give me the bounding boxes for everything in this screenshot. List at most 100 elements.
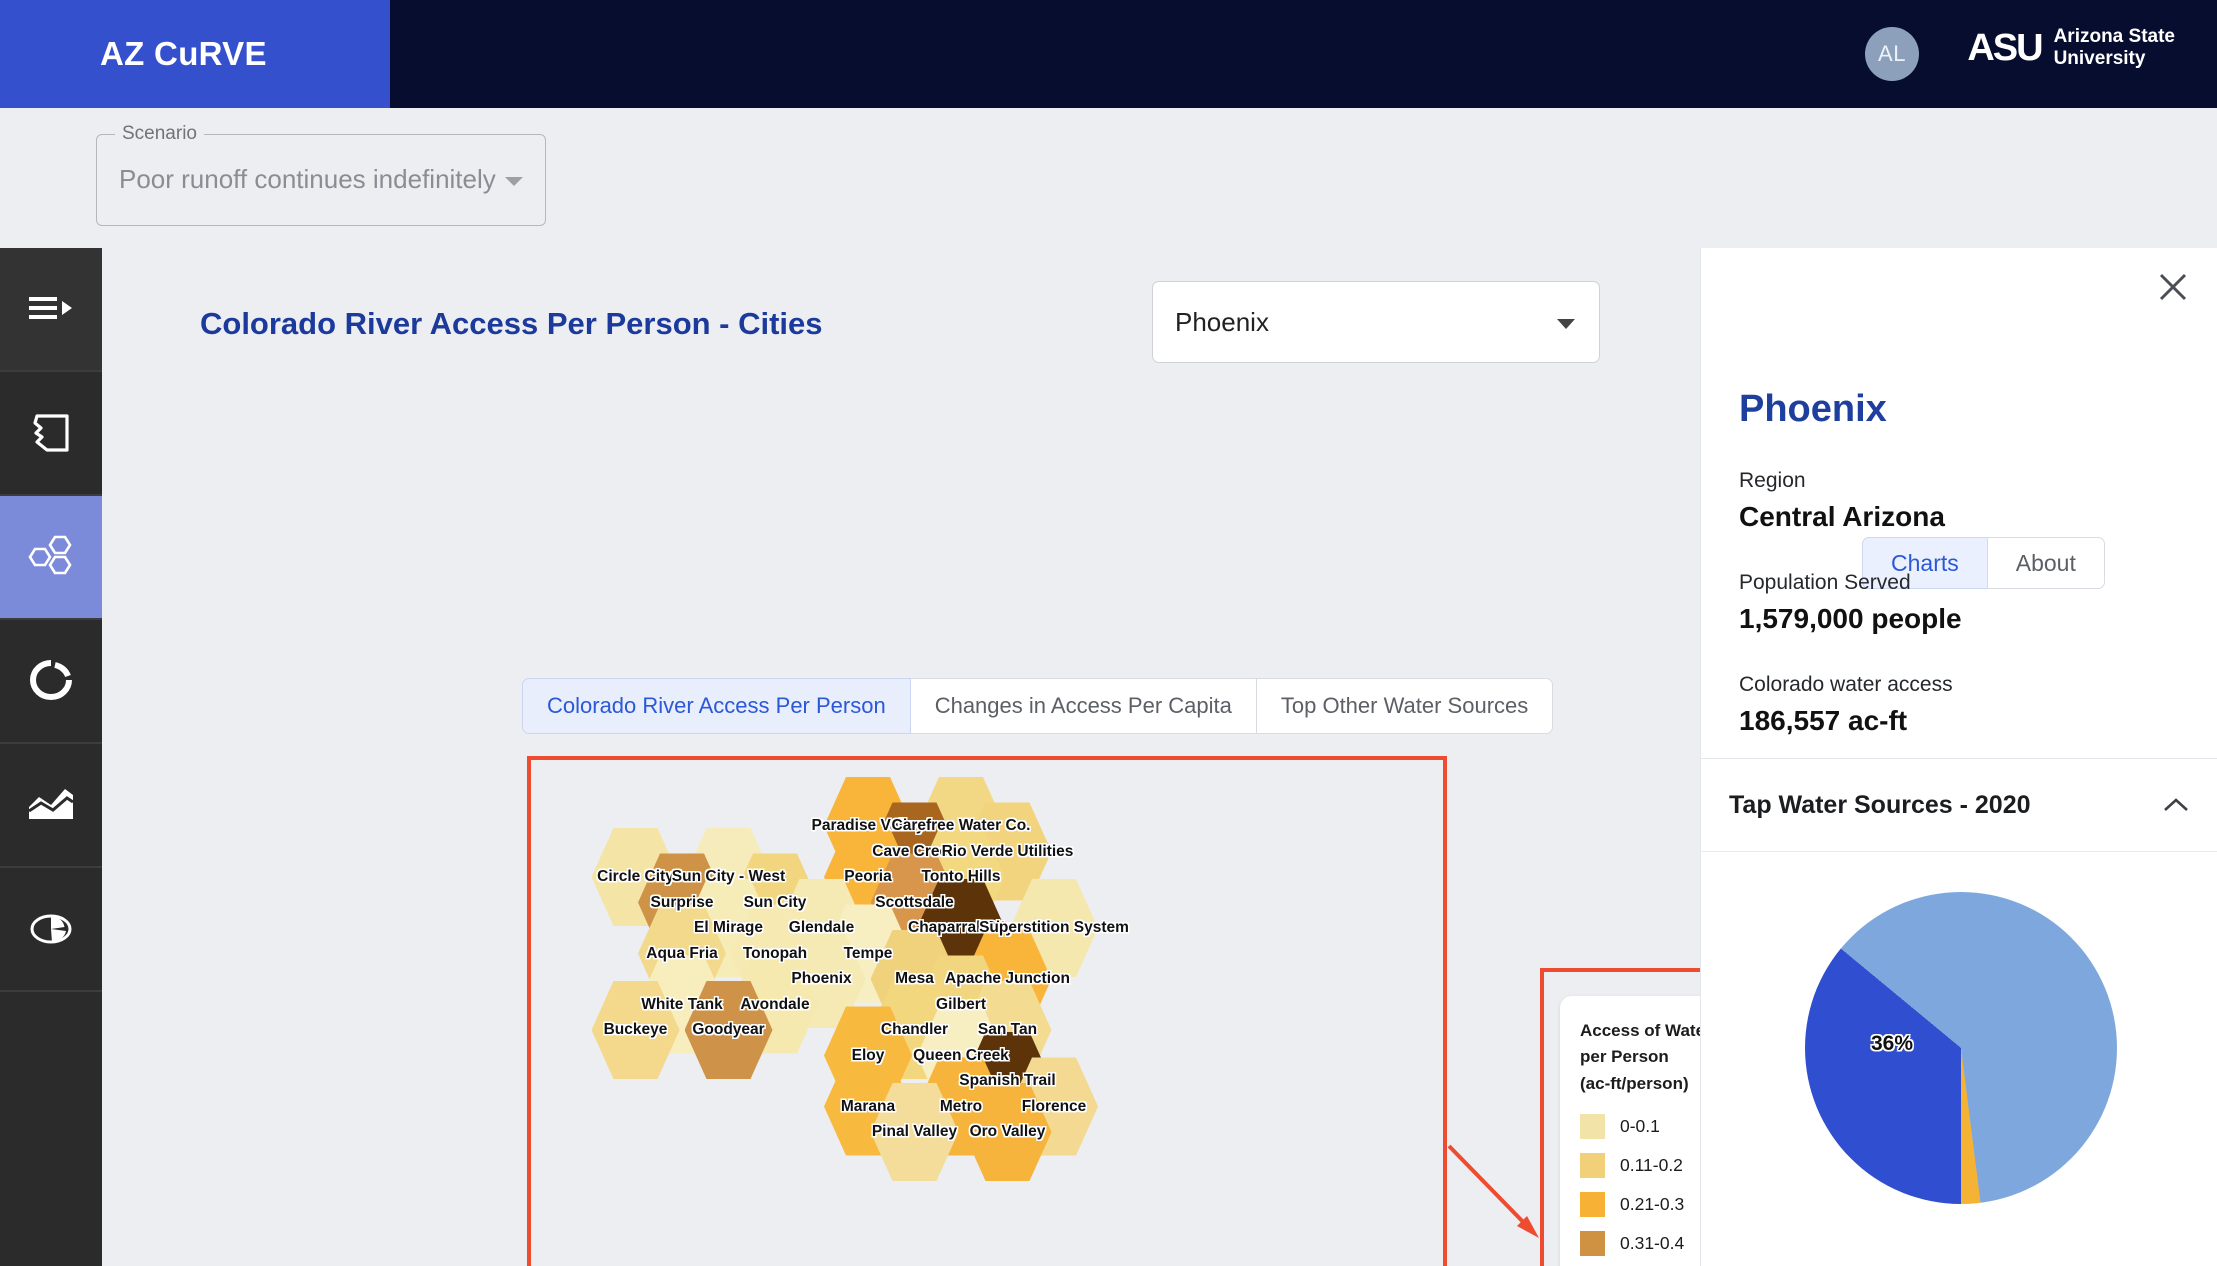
hex-map: Paradise Valley Carefree Water Co. Cave Cr… [527, 756, 1447, 1266]
scenario-bar: Scenario Poor runoff continues indefinit… [0, 108, 2217, 248]
brand-title: AZ CuRVE [100, 35, 267, 72]
city-select[interactable]: Phoenix [1152, 281, 1600, 363]
hex-label: Oro Valley [969, 1123, 1046, 1140]
legend-swatch [1580, 1153, 1605, 1179]
rail-item-menu[interactable] [0, 248, 102, 372]
chevron-down-icon [1557, 319, 1575, 329]
hex-label: Eloy [851, 1046, 885, 1064]
hex-label: Queen Creek [913, 1046, 1009, 1064]
hex-label: Gilbert [936, 995, 986, 1013]
asu-mark-icon: ASU [1967, 26, 2043, 69]
asu-logo: ASU Arizona State University [1967, 26, 2175, 71]
asu-name-line1: Arizona State [2053, 26, 2175, 47]
legend-label: 0-0.1 [1620, 1116, 1660, 1137]
brand-block[interactable]: AZ CuRVE [0, 0, 390, 108]
scenario-select[interactable]: Scenario Poor runoff continues indefinit… [96, 123, 546, 226]
panel-field-key: Population Served [1739, 571, 1911, 594]
rail-item-pie-chart[interactable] [0, 868, 102, 992]
hex-label: El Mirage [694, 919, 763, 936]
hex-label: Apache Junction [945, 970, 1070, 987]
area-chart-icon [28, 789, 74, 819]
hex-label: Glendale [788, 919, 855, 936]
hex-label: Tempe [843, 944, 893, 962]
hex-label: Avondale [740, 995, 810, 1013]
hex-label: Goodyear [692, 1021, 765, 1038]
asu-name-line2: University [2053, 48, 2146, 70]
hexagons-icon [28, 535, 72, 575]
panel-field: Colorado water access 186,557 ac-ft [1739, 673, 2189, 737]
legend-label: 0.31-0.4 [1620, 1233, 1685, 1254]
tap-water-sources-header[interactable]: Tap Water Sources - 2020 [1701, 759, 2217, 851]
chevron-down-icon [505, 177, 523, 186]
legend-label: 0.11-0.2 [1620, 1155, 1683, 1176]
detail-panel: Charts About Phoenix Region Central Arizon… [1700, 248, 2217, 1266]
hex-label: Buckeye [603, 1021, 668, 1038]
hex-label: Superstition System [979, 919, 1129, 936]
hex-label: Chandler [880, 1021, 949, 1038]
hex-label: Sun City [743, 893, 807, 911]
panel-field-value: 186,557 ac-ft [1739, 705, 1908, 736]
arizona-state-outline-icon [33, 414, 69, 452]
panel-section-divider [1701, 851, 2217, 852]
asu-name: Arizona State University [2054, 26, 2175, 71]
hex-label: Rio Verde Utilities [941, 842, 1074, 860]
top-bar: AZ CuRVE AL ASU Arizona State University [0, 0, 2217, 108]
hex-label: Scottsdale [875, 893, 954, 911]
panel-field-key: Colorado water access [1739, 673, 1953, 696]
hex-label: Mesa [895, 970, 934, 987]
hex-label: Carefree Water Co. [891, 817, 1031, 834]
main-canvas: Colorado River Access Per Person - Citie… [102, 248, 1763, 1266]
scenario-label: Scenario [115, 123, 204, 145]
donut-chart-icon [30, 660, 72, 700]
rail-item-arizona-map[interactable] [0, 372, 102, 496]
hex-label: Marana [840, 1097, 896, 1115]
rail-item-area-chart[interactable] [0, 744, 102, 868]
close-icon[interactable] [2156, 270, 2190, 304]
panel-field-value: 1,579,000 people [1739, 603, 1962, 634]
rail-item-donut-chart[interactable] [0, 620, 102, 744]
left-rail [0, 248, 102, 1266]
menu-expand-icon [29, 297, 72, 319]
hex-label: Metro [939, 1097, 983, 1115]
panel-field-key: Region [1739, 469, 1806, 492]
rail-item-hex-map[interactable] [0, 496, 102, 620]
panel-field: Population Served 1,579,000 people [1739, 571, 2189, 635]
legend-title-line3: (ac-ft/person) [1580, 1073, 1689, 1093]
hex-label: Tonto Hills [921, 868, 1001, 885]
hex-label: White Tank [641, 995, 723, 1013]
pie-chart-icon [30, 914, 72, 944]
panel-city-name: Phoenix [1739, 388, 1887, 430]
tap-water-pie-chart: 36% [1701, 866, 2217, 1266]
hex-label: Florence [1021, 1097, 1087, 1115]
hex-label: Circle City [597, 868, 674, 885]
legend-title-line1: Access of Water [1580, 1021, 1712, 1040]
legend-swatch [1580, 1114, 1605, 1140]
annotation-arrow-icon [1447, 1144, 1539, 1238]
chart-tab[interactable]: Changes in Access Per Capita [910, 678, 1257, 734]
avatar[interactable]: AL [1865, 27, 1919, 81]
hex-label: Sun City - West [671, 868, 786, 885]
chevron-up-icon [2164, 798, 2188, 811]
chart-tab[interactable]: Top Other Water Sources [1256, 678, 1554, 734]
pie-slice-label: 36% [1871, 1032, 1914, 1055]
hex-label: Spanish Trail [959, 1072, 1056, 1089]
hex-label: Aqua Fria [646, 944, 718, 962]
tap-water-sources-title: Tap Water Sources - 2020 [1729, 790, 2031, 819]
panel-field: Region Central Arizona [1739, 469, 2189, 533]
legend-swatch [1580, 1192, 1605, 1218]
hex-label: Pinal Valley [871, 1123, 958, 1140]
hex-label: San Tan [977, 1021, 1038, 1038]
rail-spacer [0, 992, 102, 1266]
legend-swatch [1580, 1231, 1605, 1257]
panel-body: Phoenix Region Central Arizona Population … [1739, 388, 2189, 737]
chart-tab[interactable]: Colorado River Access Per Person [522, 678, 911, 734]
hex-label: Tonopah [742, 944, 808, 962]
panel-field-value: Central Arizona [1739, 501, 1945, 532]
page-title: Colorado River Access Per Person - Citie… [200, 306, 823, 341]
legend-label: 0.21-0.3 [1620, 1194, 1685, 1215]
hex-label: Phoenix [791, 970, 852, 987]
app-root: AZ CuRVE AL ASU Arizona State University… [0, 0, 2217, 1266]
hex-label: Peoria [844, 868, 892, 885]
pie-graphic [1805, 892, 2117, 1204]
scenario-value: Poor runoff continues indefinitely [119, 164, 496, 194]
